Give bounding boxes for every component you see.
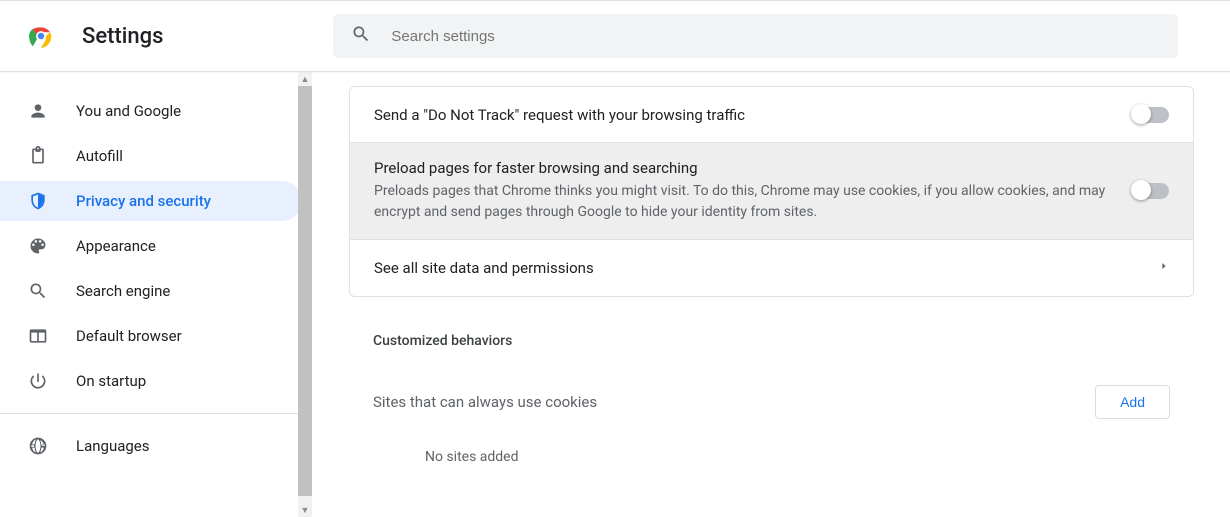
- scroll-thumb[interactable]: [298, 86, 312, 496]
- sidebar-item-search-engine[interactable]: Search engine: [0, 271, 302, 311]
- shield-icon: [28, 191, 48, 211]
- person-icon: [28, 101, 48, 121]
- settings-card: Send a "Do Not Track" request with your …: [349, 86, 1194, 297]
- add-button[interactable]: Add: [1095, 385, 1170, 419]
- sidebar-item-languages[interactable]: Languages: [0, 426, 302, 466]
- palette-icon: [28, 236, 48, 256]
- search-input[interactable]: [391, 28, 1160, 45]
- row-title: See all site data and permissions: [374, 259, 1139, 277]
- sidebar-item-label: You and Google: [76, 102, 181, 120]
- search-icon: [351, 24, 371, 48]
- cookies-always-label: Sites that can always use cookies: [373, 393, 1095, 411]
- search-icon: [28, 281, 48, 301]
- sidebar-item-default-browser[interactable]: Default browser: [0, 316, 302, 356]
- power-icon: [28, 371, 48, 391]
- topbar: Settings: [0, 0, 1230, 72]
- chrome-logo-icon: [28, 23, 54, 49]
- row-title: Send a "Do Not Track" request with your …: [374, 106, 1113, 124]
- row-preload-pages[interactable]: Preload pages for faster browsing and se…: [350, 143, 1193, 240]
- page-title: Settings: [82, 24, 163, 49]
- sidebar-item-you-and-google[interactable]: You and Google: [0, 91, 302, 131]
- browser-icon: [28, 326, 48, 346]
- sidebar-item-label: On startup: [76, 372, 146, 390]
- row-do-not-track[interactable]: Send a "Do Not Track" request with your …: [350, 87, 1193, 143]
- row-title: Preload pages for faster browsing and se…: [374, 159, 1113, 177]
- sidebar-item-on-startup[interactable]: On startup: [0, 361, 302, 401]
- globe-icon: [28, 436, 48, 456]
- sidebar-item-appearance[interactable]: Appearance: [0, 226, 302, 266]
- row-all-site-data[interactable]: See all site data and permissions: [350, 240, 1193, 296]
- section-heading-customized-behaviors: Customized behaviors: [349, 333, 1194, 371]
- search-bar[interactable]: [333, 14, 1178, 58]
- clipboard-icon: [28, 146, 48, 166]
- no-sites-text: No sites added: [373, 433, 1170, 465]
- sidebar-item-label: Default browser: [76, 327, 182, 345]
- sidebar-item-privacy-security[interactable]: Privacy and security: [0, 181, 302, 221]
- sidebar-item-label: Autofill: [76, 147, 123, 165]
- main-content: Send a "Do Not Track" request with your …: [313, 72, 1230, 517]
- sidebar-divider: [0, 413, 312, 414]
- toggle-do-not-track[interactable]: [1133, 107, 1169, 123]
- sidebar-item-label: Appearance: [76, 237, 156, 255]
- sidebar-item-label: Privacy and security: [76, 192, 211, 210]
- scroll-down-icon[interactable]: ▼: [298, 503, 312, 517]
- sidebar: You and Google Autofill Privacy and secu…: [0, 72, 313, 517]
- sidebar-item-label: Search engine: [76, 282, 170, 300]
- row-description: Preloads pages that Chrome thinks you mi…: [374, 181, 1113, 223]
- chevron-right-icon: [1159, 259, 1169, 277]
- toggle-preload-pages[interactable]: [1133, 183, 1169, 199]
- sidebar-item-autofill[interactable]: Autofill: [0, 136, 302, 176]
- sidebar-item-label: Languages: [76, 437, 150, 455]
- scroll-up-icon[interactable]: ▲: [298, 72, 312, 86]
- sidebar-scrollbar[interactable]: ▲ ▼: [298, 72, 312, 517]
- cookies-always-block: Sites that can always use cookies Add No…: [349, 371, 1194, 465]
